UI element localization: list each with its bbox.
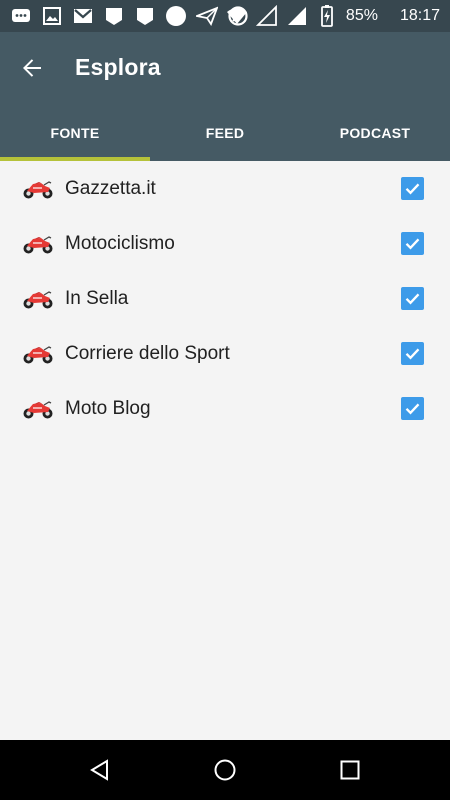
check-icon <box>405 403 420 415</box>
motorcycle-icon <box>23 291 53 309</box>
check-icon <box>405 183 420 195</box>
nav-back-button[interactable] <box>86 756 114 784</box>
arrow-back-icon <box>23 59 41 77</box>
nav-recents-button[interactable] <box>336 756 364 784</box>
square-recents-icon <box>340 760 360 780</box>
motorcycle-icon <box>23 346 53 364</box>
check-icon <box>405 238 420 250</box>
list-item-corriere-dello-sport[interactable]: Corriere dello Sport <box>0 326 450 381</box>
tab-bar: FONTE FEED PODCAST <box>0 104 450 161</box>
source-name: Moto Blog <box>65 397 151 419</box>
motorcycle-icon <box>23 236 53 254</box>
list-item-motociclismo[interactable]: Motociclismo <box>0 216 450 271</box>
bookmark-icon <box>103 5 125 27</box>
source-name: Motociclismo <box>65 232 175 254</box>
motorcycle-icon <box>23 401 53 419</box>
source-name: Gazzetta.it <box>65 177 156 199</box>
circle-icon <box>165 5 187 27</box>
source-checkbox[interactable] <box>401 397 424 420</box>
notification-icons <box>10 5 249 27</box>
system-icons: 85% 18:17 <box>226 5 440 27</box>
tab-podcast[interactable]: PODCAST <box>300 104 450 161</box>
list-item-in-sella[interactable]: In Sella <box>0 271 450 326</box>
image-icon <box>41 5 63 27</box>
check-icon <box>405 348 420 360</box>
tab-feed[interactable]: FEED <box>150 104 300 161</box>
triangle-back-icon <box>90 759 108 781</box>
send-icon <box>196 5 218 27</box>
chat-icon <box>10 5 32 27</box>
battery-charging-icon <box>316 5 338 27</box>
nav-home-button[interactable] <box>211 756 239 784</box>
source-name: In Sella <box>65 287 129 309</box>
navigation-bar <box>0 740 450 800</box>
gmail-icon <box>72 5 94 27</box>
source-name: Corriere dello Sport <box>65 342 230 364</box>
tab-fonte[interactable]: FONTE <box>0 104 150 161</box>
list-item-gazzetta[interactable]: Gazzetta.it <box>0 161 450 216</box>
tab-label: FEED <box>205 124 245 141</box>
back-button[interactable] <box>14 50 50 86</box>
page-title: Esplora <box>75 54 161 80</box>
source-checkbox[interactable] <box>401 177 424 200</box>
circle-home-icon <box>214 759 236 781</box>
source-checkbox[interactable] <box>401 232 424 255</box>
clock: 18:17 <box>399 7 440 24</box>
wifi-icon <box>226 5 248 27</box>
app-bar: Esplora <box>0 32 450 104</box>
battery-percent: 85% <box>345 7 378 24</box>
check-icon <box>405 293 420 305</box>
tab-label: FONTE <box>50 124 100 141</box>
tab-label: PODCAST <box>339 124 411 141</box>
motorcycle-icon <box>23 181 53 199</box>
signal-icon <box>286 5 308 27</box>
signal-icon <box>255 5 278 27</box>
source-checkbox[interactable] <box>401 342 424 365</box>
source-list: Gazzetta.it Motociclismo In Sella Corrie… <box>0 161 450 436</box>
status-bar: 85% 18:17 <box>0 0 450 32</box>
bookmark-icon <box>134 5 156 27</box>
list-item-moto-blog[interactable]: Moto Blog <box>0 381 450 436</box>
source-checkbox[interactable] <box>401 287 424 310</box>
